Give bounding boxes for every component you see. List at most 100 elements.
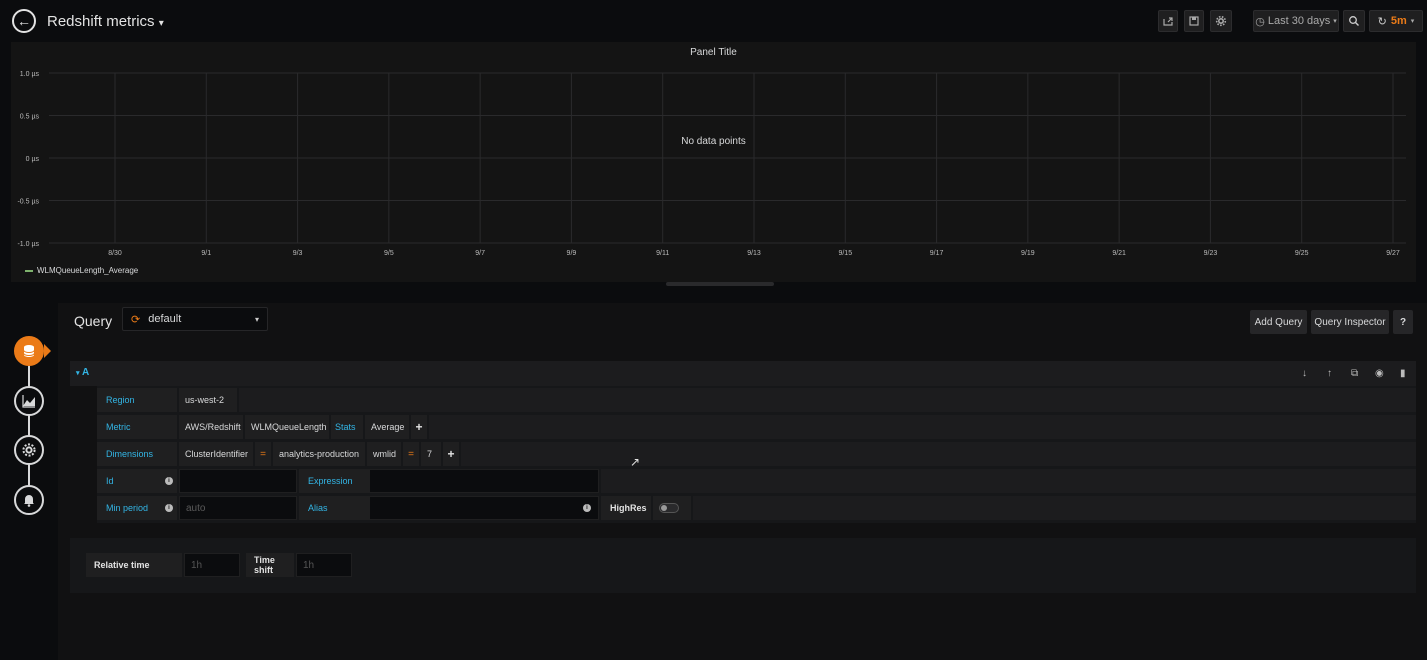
dimensions-label: Dimensions <box>97 442 177 466</box>
region-label: Region <box>97 388 177 412</box>
x-tick-label: 9/15 <box>838 250 852 257</box>
time-shift-input[interactable]: 1h <box>296 553 352 577</box>
y-tick-label: -0.5 µs <box>17 199 39 206</box>
top-navbar: ← Redshift metrics ▾ ◷ Last 30 days ▾ ↻ … <box>0 0 1427 42</box>
row-filler <box>429 415 1416 439</box>
region-select[interactable]: us-west-2 <box>179 388 237 412</box>
metric-name-select[interactable]: WLMQueueLength <box>245 415 329 439</box>
time-range-label: Last 30 days <box>1267 15 1331 27</box>
dimension-key[interactable]: ClusterIdentifier <box>179 442 253 466</box>
add-query-button[interactable]: Add Query <box>1250 310 1307 334</box>
database-icon[interactable] <box>14 336 44 366</box>
row-filler <box>239 388 1416 412</box>
x-tick-label: 9/1 <box>201 250 211 257</box>
y-tick-label: 0 µs <box>26 156 40 163</box>
dimension-operator[interactable]: = <box>403 442 419 466</box>
legend-swatch <box>25 269 33 272</box>
mouse-cursor-icon: ↗ <box>630 455 641 469</box>
info-icon[interactable]: i <box>165 504 173 512</box>
x-tick-label: 9/3 <box>293 250 303 257</box>
y-tick-label: -1.0 µs <box>17 241 39 248</box>
query-ref-id[interactable]: ▾ A <box>76 367 89 378</box>
alert-bell-icon[interactable] <box>14 485 44 515</box>
dimension-operator[interactable]: = <box>255 442 271 466</box>
row-filler <box>461 442 1416 466</box>
time-range-picker[interactable]: ◷ Last 30 days ▾ <box>1253 10 1339 32</box>
refresh-picker[interactable]: ↻ 5m ▾ <box>1369 10 1423 32</box>
query-inspector-button[interactable]: Query Inspector <box>1311 310 1389 334</box>
graph-panel: 1.0 µs 0.5 µs 0 µs -0.5 µs -1.0 µs 8/30 9/1 9/3… <box>11 42 1416 282</box>
query-ref-id-text: A <box>81 367 90 378</box>
alias-input[interactable] <box>369 496 599 520</box>
stats-label: Stats <box>331 415 363 439</box>
x-tick-label: 9/25 <box>1295 250 1309 257</box>
panel-resize-handle[interactable] <box>666 282 774 286</box>
chart-area: 1.0 µs 0.5 µs 0 µs -0.5 µs -1.0 µs 8/30 9/1 9/3… <box>17 71 1406 257</box>
help-button[interactable]: ? <box>1393 310 1413 334</box>
dashboard-title-text: Redshift metrics <box>47 13 155 30</box>
duplicate-icon[interactable]: ⧉ <box>1351 368 1358 379</box>
dimension-key[interactable]: wmlid <box>367 442 401 466</box>
dimension-value[interactable]: 7 <box>421 442 441 466</box>
min-period-row: Min period i auto Alias i HighRes <box>97 495 1416 521</box>
metric-label: Metric <box>97 415 177 439</box>
y-tick-label: 0.5 µs <box>20 114 40 121</box>
alias-label: Alias <box>299 496 369 520</box>
datasource-icon: ⟳ <box>131 313 141 326</box>
x-tick-label: 9/19 <box>1021 250 1035 257</box>
x-tick-label: 9/21 <box>1112 250 1126 257</box>
datasource-select[interactable]: ⟳ default ▾ <box>122 307 268 331</box>
no-data-message: No data points <box>681 136 746 147</box>
id-input[interactable] <box>179 469 297 493</box>
query-row-header[interactable]: ▾ A ↓ ↑ ⧉ ◉ ▮ <box>70 361 1416 386</box>
back-arrow-icon[interactable]: ← <box>12 9 36 33</box>
x-tick-label: 9/9 <box>567 250 577 257</box>
expression-input[interactable] <box>369 469 599 493</box>
namespace-select[interactable]: AWS/Redshift <box>179 415 243 439</box>
legend-label: WLMQueueLength_Average <box>37 266 139 275</box>
x-tick-label: 9/7 <box>475 250 485 257</box>
x-tick-label: 9/23 <box>1204 250 1218 257</box>
refresh-icon: ↻ <box>1377 15 1387 28</box>
info-icon[interactable]: i <box>583 504 591 512</box>
info-icon[interactable]: i <box>165 477 173 485</box>
dimensions-row: Dimensions ClusterIdentifier = analytics… <box>97 441 1416 467</box>
trash-icon[interactable]: ▮ <box>1400 368 1406 379</box>
eye-icon[interactable]: ◉ <box>1375 368 1384 379</box>
y-tick-label: 1.0 µs <box>20 71 40 78</box>
id-row: Id i Expression <box>97 468 1416 494</box>
stat-select[interactable]: Average <box>365 415 409 439</box>
zoom-out-icon[interactable] <box>1343 10 1365 32</box>
save-icon[interactable] <box>1184 10 1204 32</box>
min-period-input[interactable]: auto <box>179 496 297 520</box>
dashboard-title[interactable]: Redshift metrics ▾ <box>47 13 164 30</box>
clock-icon: ◷ <box>1255 15 1265 28</box>
chevron-down-icon: ▾ <box>254 314 259 324</box>
relative-time-input[interactable]: 1h <box>184 553 240 577</box>
highres-toggle[interactable] <box>659 503 679 513</box>
chevron-down-icon: ▾ <box>1410 18 1415 25</box>
active-pointer <box>44 344 51 358</box>
chevron-down-icon: ▾ <box>158 18 164 29</box>
x-tick-label: 9/17 <box>930 250 944 257</box>
query-row-body: Region us-west-2 Metric AWS/Redshift WLM… <box>97 386 1416 523</box>
x-tick-label: 9/11 <box>656 250 669 257</box>
dimension-value[interactable]: analytics-production <box>273 442 365 466</box>
x-tick-label: 9/13 <box>747 250 761 257</box>
expression-label: Expression <box>299 469 369 493</box>
datasource-value: default <box>148 313 182 325</box>
general-settings-icon[interactable] <box>14 435 44 465</box>
legend-item[interactable]: WLMQueueLength_Average <box>25 266 138 275</box>
add-stat-icon[interactable]: + <box>411 415 427 439</box>
time-shift-label: Time shift <box>246 553 294 577</box>
move-down-icon[interactable]: ↓ <box>1302 368 1307 379</box>
query-editor-label: Query <box>74 313 113 329</box>
panel-title[interactable]: Panel Title <box>11 47 1416 58</box>
gear-icon[interactable] <box>1210 10 1232 32</box>
share-icon[interactable] <box>1158 10 1178 32</box>
add-dimension-icon[interactable]: + <box>443 442 459 466</box>
visualization-icon[interactable] <box>14 386 44 416</box>
move-up-icon[interactable]: ↑ <box>1327 368 1332 379</box>
query-options: Relative time 1h Time shift 1h <box>70 538 1416 593</box>
metric-row: Metric AWS/Redshift WLMQueueLength Stats… <box>97 414 1416 440</box>
